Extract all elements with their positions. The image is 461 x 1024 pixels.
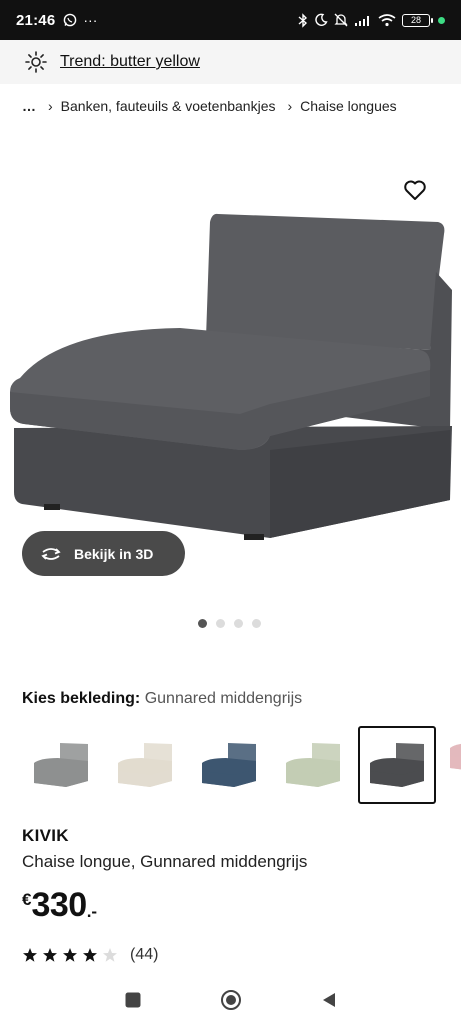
carousel-dot[interactable]: [198, 619, 207, 628]
product-rating[interactable]: (44): [22, 946, 158, 964]
wifi-icon: [378, 13, 396, 26]
sun-icon: [25, 51, 47, 73]
bell-off-icon: [334, 13, 348, 27]
breadcrumb-item-banken[interactable]: Banken, fauteuils & voetenbankjes: [61, 98, 276, 114]
moon-icon: [315, 13, 328, 26]
product-description: Chaise longue, Gunnared middengrijs: [22, 852, 308, 871]
cover-label-title: Kies bekleding:: [22, 690, 141, 707]
view-in-3d-label: Bekijk in 3D: [74, 545, 154, 562]
status-more: ···: [83, 12, 98, 28]
cover-swatch-sage-green[interactable]: [274, 726, 352, 804]
home-button[interactable]: [219, 988, 243, 1012]
star-filled-icon: [23, 948, 37, 962]
cover-label-value: Gunnared middengrijs: [144, 690, 303, 707]
bluetooth-icon: [298, 12, 308, 28]
breadcrumb-item-chaise-longues[interactable]: Chaise longues: [300, 98, 397, 114]
breadcrumb-ellipsis[interactable]: …: [22, 98, 36, 114]
breadcrumb: … › Banken, fauteuils & voetenbankjes › …: [22, 98, 397, 114]
star-filled-icon: [83, 948, 97, 962]
whatsapp-icon: [64, 13, 77, 27]
star-empty-icon: [103, 948, 117, 962]
breadcrumb-separator: ›: [287, 98, 293, 114]
rating-stars: [22, 947, 118, 963]
status-bar: 21:46 ··· 28: [0, 0, 461, 40]
cover-swatch-beige[interactable]: [106, 726, 184, 804]
recents-button[interactable]: [121, 988, 145, 1012]
carousel-indicator: [198, 619, 261, 628]
cover-swatch-dark-grey[interactable]: [358, 726, 436, 804]
review-count[interactable]: (44): [130, 946, 158, 964]
star-filled-icon: [63, 948, 77, 962]
cover-swatch-list: [22, 726, 436, 804]
signal-icon: [355, 15, 369, 26]
trend-banner[interactable]: Trend: butter yellow: [0, 40, 461, 84]
cover-selection-label: Kies bekleding: Gunnared middengrijs: [22, 690, 302, 708]
product-brand: KIVIK: [22, 826, 69, 845]
price-suffix: .-: [86, 902, 98, 921]
back-button[interactable]: [317, 988, 341, 1012]
carousel-dot[interactable]: [234, 619, 243, 628]
battery-icon: 28: [402, 13, 433, 27]
view-in-3d-button[interactable]: Bekijk in 3D: [22, 531, 185, 576]
system-nav-bar: [0, 976, 461, 1024]
square-icon: [125, 992, 140, 1008]
trend-link[interactable]: Trend: butter yellow: [60, 53, 200, 71]
status-time: 21:46: [16, 11, 56, 29]
cover-swatch-partial[interactable]: [446, 726, 461, 804]
rotate-3d-icon: [41, 547, 61, 560]
carousel-dot[interactable]: [252, 619, 261, 628]
privacy-indicator-dot: [438, 16, 445, 24]
star-filled-icon: [43, 948, 57, 962]
triangle-back-icon: [322, 993, 335, 1007]
breadcrumb-separator: ›: [48, 98, 53, 114]
heart-icon: [404, 180, 426, 200]
cover-swatch-blue[interactable]: [190, 726, 268, 804]
product-price: € 330 .-: [22, 884, 97, 926]
cover-swatch-light-grey[interactable]: [22, 726, 100, 804]
price-amount: 330: [31, 886, 87, 924]
product-image[interactable]: [0, 200, 461, 550]
price-currency: €: [22, 890, 32, 909]
circle-icon: [220, 990, 241, 1010]
carousel-dot[interactable]: [216, 619, 225, 628]
